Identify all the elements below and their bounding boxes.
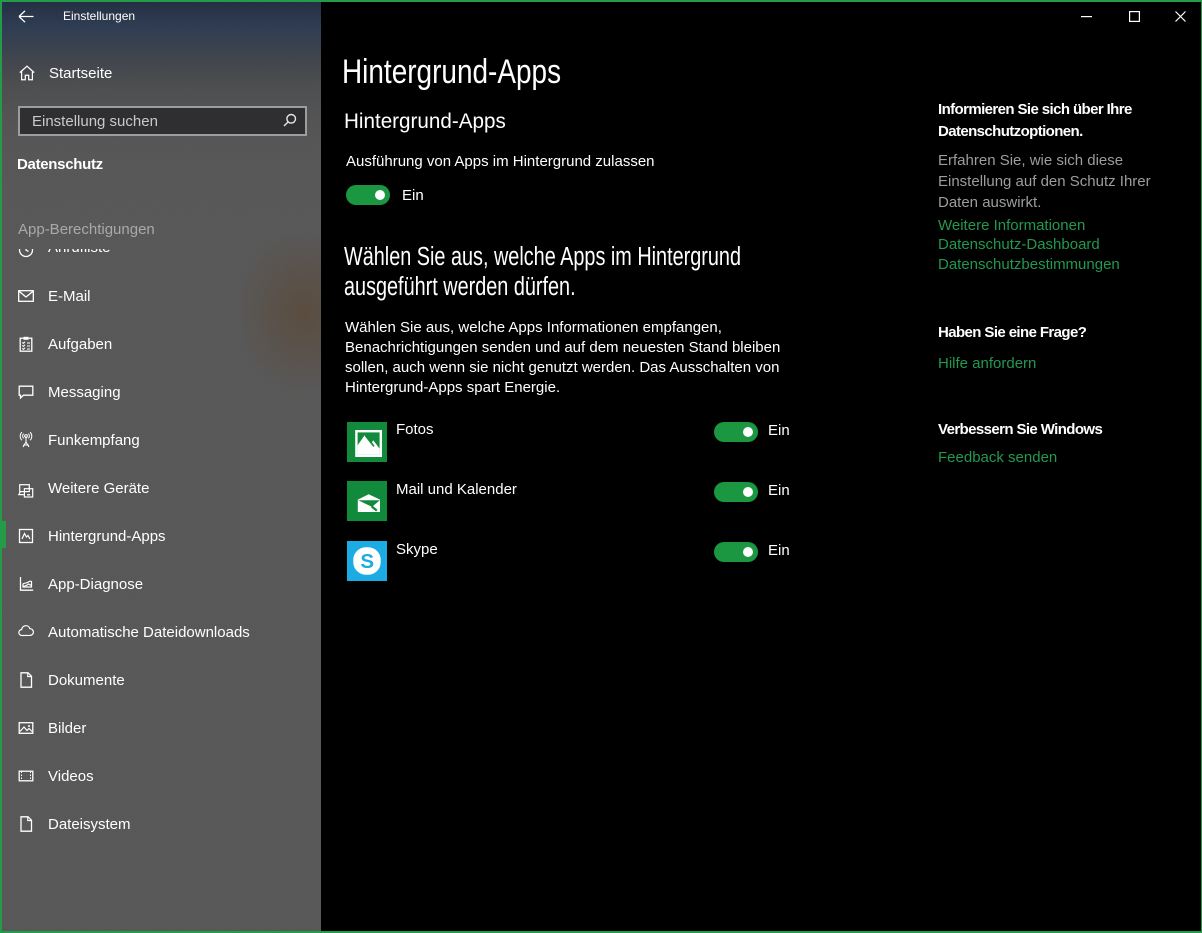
svg-text:S: S: [360, 550, 374, 573]
